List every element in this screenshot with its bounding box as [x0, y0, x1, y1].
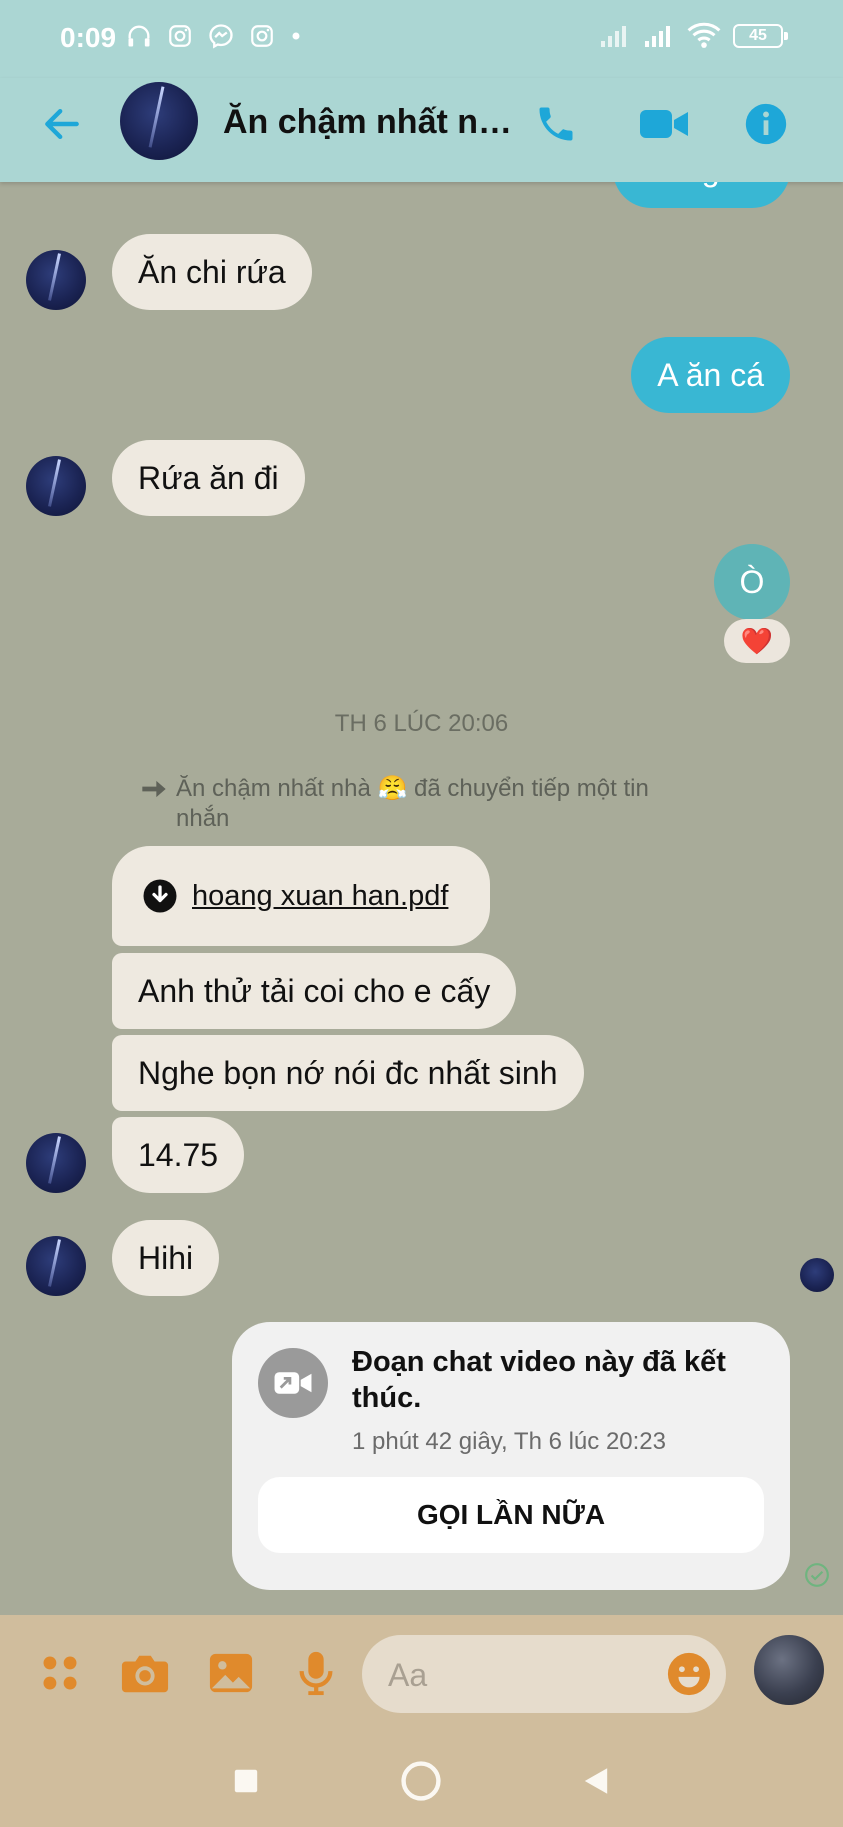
contact-avatar[interactable] [120, 82, 198, 160]
phone-icon [539, 107, 573, 141]
circle-icon [401, 1761, 441, 1801]
gallery-button[interactable] [203, 1645, 259, 1701]
grid-icon [43, 1656, 77, 1690]
emoji-icon[interactable] [666, 1651, 712, 1697]
quick-reaction-button[interactable] [754, 1635, 824, 1705]
call-ended-title: Đoạn chat video này đã kết thúc. [352, 1346, 726, 1414]
forwarded-notice: Ăn chậm nhất nhà 😤 đã chuyển tiếp một ti… [140, 774, 700, 834]
wifi-icon [687, 22, 721, 48]
video-call-button[interactable] [636, 96, 692, 152]
file-attachment[interactable]: hoang xuan han.pdf [112, 846, 490, 946]
camera-icon [121, 1655, 169, 1693]
sender-avatar [26, 250, 86, 310]
image-icon [209, 1653, 253, 1693]
video-call-ended-icon [274, 1372, 312, 1394]
message-bubble-incoming[interactable]: 14.75 [112, 1117, 245, 1193]
sender-avatar [26, 456, 86, 516]
status-notification-icons [125, 22, 303, 50]
battery-icon: 45 [733, 24, 788, 48]
video-call-ended-card: Đoạn chat video này đã kết thúc. 1 phút … [232, 1322, 790, 1590]
status-time: 0:09 [60, 22, 117, 53]
more-actions-button[interactable] [32, 1645, 88, 1701]
headphones-icon [128, 25, 150, 47]
voice-record-button[interactable] [288, 1645, 344, 1701]
battery-level: 45 [749, 27, 767, 44]
message-bubble-incoming[interactable]: Anh thử tải coi cho e cấy [112, 953, 517, 1029]
message-list[interactable]: Đừng ăn Ăn chi rứa A ăn cá Rứa ăn đi Ò ❤… [0, 182, 843, 1615]
camera-button[interactable] [117, 1645, 173, 1701]
message-bubble-incoming[interactable]: Ăn chi rứa [112, 234, 312, 310]
sent-check-icon [805, 1563, 829, 1587]
back-button[interactable] [34, 96, 90, 152]
mic-icon [299, 1651, 333, 1696]
sender-avatar [26, 1236, 86, 1296]
back-nav-button[interactable] [570, 1755, 622, 1807]
call-ended-subtitle: 1 phút 42 giây, Th 6 lúc 20:23 [352, 1428, 667, 1455]
message-timestamp: TH 6 LÚC 20:06 [334, 710, 509, 737]
home-button[interactable] [395, 1755, 447, 1807]
signal-icon [601, 26, 626, 47]
seen-avatar [800, 1258, 834, 1292]
triangle-back-icon [584, 1768, 608, 1794]
video-icon [640, 110, 688, 138]
signal-icon [645, 26, 670, 47]
file-name-link[interactable]: hoang xuan han.pdf [192, 880, 448, 913]
conversation-title[interactable]: Ăn chậm nhất nhà 😤 [223, 102, 513, 142]
forward-arrow-icon [142, 780, 166, 798]
instagram-icon [169, 25, 191, 47]
messenger-icon [209, 24, 233, 49]
heart-reaction: ❤️ [740, 625, 774, 656]
status-bar: 0:09 45 [0, 0, 843, 78]
reaction-badge[interactable]: ❤️ [724, 619, 790, 663]
message-bubble-outgoing[interactable]: Ò [714, 544, 790, 620]
recents-button[interactable] [220, 1755, 272, 1807]
message-input-container[interactable] [362, 1635, 726, 1715]
conversation-header: Ăn chậm nhất nhà 😤 [0, 78, 843, 182]
arrow-left-icon [45, 108, 79, 140]
message-bubble-outgoing[interactable]: A ăn cá [631, 337, 790, 413]
info-button[interactable] [738, 96, 794, 152]
info-icon [745, 103, 787, 145]
message-bubble-incoming[interactable]: Nghe bọn nớ nói đc nhất sinh [112, 1035, 584, 1111]
message-bubble-incoming[interactable]: Hihi [112, 1220, 220, 1296]
download-icon[interactable] [142, 878, 178, 914]
instagram-icon [251, 25, 273, 47]
message-bubble-incoming[interactable]: Rứa ăn đi [112, 440, 305, 516]
forwarded-notice-text: Ăn chậm nhất nhà 😤 đã chuyển tiếp một ti… [176, 775, 649, 832]
system-navigation-bar [0, 1735, 843, 1827]
message-input[interactable] [386, 1635, 650, 1715]
message-composer [0, 1615, 843, 1735]
square-icon [234, 1769, 258, 1793]
voice-call-button[interactable] [528, 96, 584, 152]
dot-icon [292, 32, 300, 40]
sender-avatar [26, 1133, 86, 1193]
call-again-button[interactable]: GỌI LẦN NỮA [258, 1477, 764, 1553]
video-call-icon-circle [258, 1348, 328, 1418]
message-bubble-outgoing[interactable]: Đừng ăn [613, 182, 790, 208]
status-system-icons: 45 [599, 22, 788, 50]
